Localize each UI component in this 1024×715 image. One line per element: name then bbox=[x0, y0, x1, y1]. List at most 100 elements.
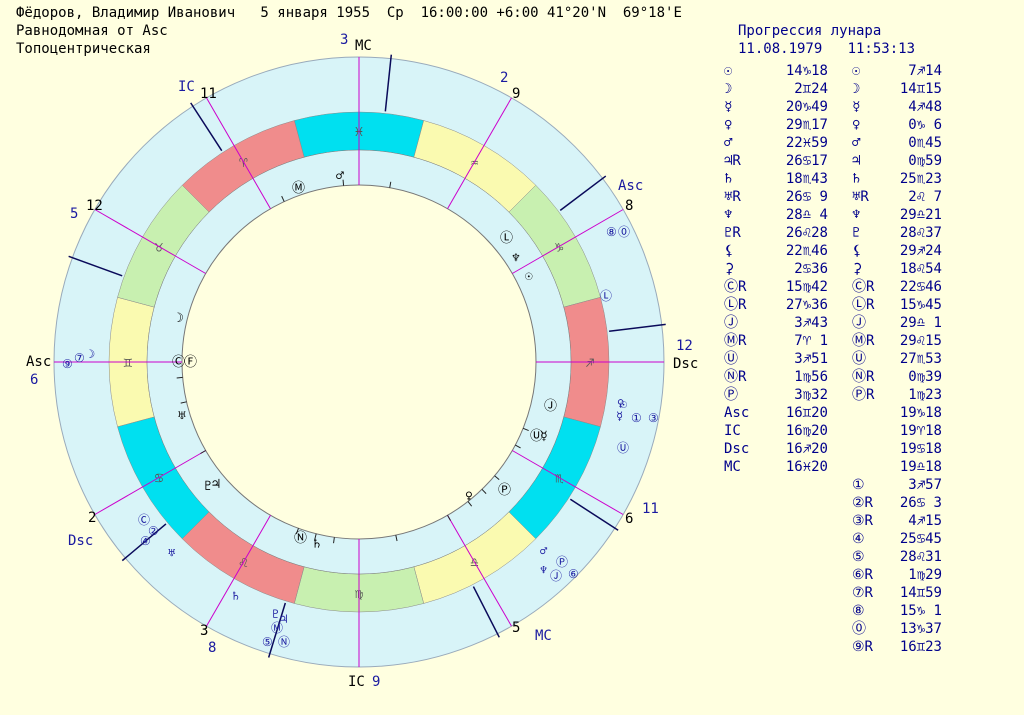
row-value-natal: 26♌28 bbox=[785, 225, 828, 241]
progressed-planet-glyph: Ⓜ bbox=[271, 621, 283, 635]
table-row: ⑦R 14♊59 bbox=[712, 584, 1012, 602]
table-row: ③R 4♐15 bbox=[712, 512, 1012, 530]
row-label-natal: Asc bbox=[724, 405, 750, 421]
table-row: Ⓟ 3♍32 ⓅR 1♍23 bbox=[712, 386, 1012, 404]
row-value-progressed: 28♌31 bbox=[899, 549, 942, 565]
table-row: ♀ 29♏17 ♀ 0♑ 6 bbox=[712, 116, 1012, 134]
row-value-progressed: 15♑45 bbox=[899, 297, 942, 313]
table-row: ⚳ 2♋36 ⚳ 18♌54 bbox=[712, 260, 1012, 278]
table-row: ☽ 2♊24 ☽ 14♊15 bbox=[712, 80, 1012, 98]
house-label: 9 bbox=[512, 86, 520, 102]
table-row: ⒸR 15♍42 ⒸR 22♋46 bbox=[712, 278, 1012, 296]
row-value-progressed: 4♐15 bbox=[908, 513, 942, 529]
row-label-natal: ♂ bbox=[724, 135, 733, 151]
row-label-natal: Ⓤ bbox=[724, 351, 738, 367]
row-value-progressed: 19♑18 bbox=[899, 405, 942, 421]
table-row: ⑥R 1♍29 bbox=[712, 566, 1012, 584]
house-label: 2 bbox=[88, 510, 96, 526]
natal-planet-glyph: Ⓜ bbox=[292, 181, 305, 196]
progressed-planet-glyph: ① bbox=[631, 411, 642, 425]
natal-planet-glyph: ♃ bbox=[212, 477, 220, 492]
row-value-natal: 15♍42 bbox=[785, 279, 828, 295]
row-label-natal: ☽ bbox=[724, 81, 733, 97]
house-label: 11 bbox=[642, 501, 659, 517]
progressed-planet-glyph: ⓪ bbox=[618, 225, 630, 239]
row-label-natal: IC bbox=[724, 423, 741, 439]
row-value-progressed: 22♋46 bbox=[899, 279, 942, 295]
row-value-progressed: 2♌ 7 bbox=[908, 189, 942, 205]
house-label: 5 bbox=[512, 620, 520, 636]
natal-planet-glyph: Ⓛ bbox=[500, 231, 513, 246]
table-row: ⑤ 28♌31 bbox=[712, 548, 1012, 566]
natal-planet-glyph: Ⓕ bbox=[184, 355, 197, 370]
row-label-natal: ♄ bbox=[724, 171, 733, 187]
row-value-natal: 22♏46 bbox=[785, 243, 828, 259]
row-value-natal: 1♍56 bbox=[794, 369, 828, 385]
row-value-progressed: 16♊23 bbox=[899, 639, 942, 655]
row-value-progressed: 29♎21 bbox=[899, 207, 942, 223]
house-label: IC bbox=[348, 674, 365, 690]
row-label-natal: ⓁR bbox=[724, 297, 747, 313]
zodiac-sign-glyph: ♌ bbox=[239, 555, 248, 571]
natal-chart-wheel[interactable]: ♓♒♑♐♏♎♍♌♋♊♉♈3MC29Asc812Dsc116MC5IC9382Ds… bbox=[0, 0, 700, 715]
table-row: Ⓙ 3♐43 Ⓙ 29♎ 1 bbox=[712, 314, 1012, 332]
row-value-progressed: 14♊15 bbox=[899, 81, 942, 97]
table-row: ♄ 18♏43 ♄ 25♏23 bbox=[712, 170, 1012, 188]
row-value-progressed: 19♎18 bbox=[899, 459, 942, 475]
table-row: ⓃR 1♍56 ⓃR 0♍39 bbox=[712, 368, 1012, 386]
progressed-planet-glyph: ⑨ bbox=[62, 357, 73, 371]
row-value-progressed: 29♌15 bbox=[899, 333, 942, 349]
natal-planet-glyph: Ⓝ bbox=[294, 531, 307, 546]
row-label-natal: Ⓟ bbox=[724, 387, 738, 403]
row-label-natal: ⚸ bbox=[724, 243, 735, 259]
table-row: ♂ 22♓59 ♂ 0♏45 bbox=[712, 134, 1012, 152]
row-value-progressed: 15♑ 1 bbox=[899, 603, 942, 619]
row-value-progressed: 7♐14 bbox=[908, 63, 942, 79]
zodiac-sign-glyph: ♊ bbox=[124, 355, 133, 371]
progressed-planet-glyph: ♄ bbox=[232, 589, 239, 603]
row-value-natal: 2♋36 bbox=[794, 261, 828, 277]
progressed-planet-glyph: ☿ bbox=[616, 409, 623, 423]
row-value-progressed: 18♌54 bbox=[899, 261, 942, 277]
row-value-progressed: 0♑ 6 bbox=[908, 117, 942, 133]
progressed-planet-glyph: Ⓟ bbox=[556, 555, 568, 569]
center-disc bbox=[181, 184, 537, 540]
row-value-natal: 2♊24 bbox=[794, 81, 828, 97]
table-row: MC 16♓20 19♎18 bbox=[712, 458, 1012, 476]
row-value-natal: 3♐43 bbox=[794, 315, 828, 331]
table-row: ☿ 20♑49 ☿ 4♐48 bbox=[712, 98, 1012, 116]
row-label-natal: ♇R bbox=[724, 225, 741, 241]
table-row: ♃R 26♋17 ♃ 0♍59 bbox=[712, 152, 1012, 170]
row-value-progressed: 0♏45 bbox=[908, 135, 942, 151]
row-value-progressed: 25♋45 bbox=[899, 531, 942, 547]
row-value-natal: 3♐51 bbox=[794, 351, 828, 367]
natal-planet-glyph: ♄ bbox=[313, 537, 321, 552]
house-label: 5 bbox=[70, 206, 78, 222]
row-value-natal: 22♓59 bbox=[785, 135, 828, 151]
progressed-planet-glyph: ⑥ bbox=[568, 567, 579, 581]
row-value-natal: 28♎ 4 bbox=[785, 207, 828, 223]
row-value-natal: 16♐20 bbox=[785, 441, 828, 457]
row-value-progressed: 29♎ 1 bbox=[899, 315, 942, 331]
table-row: ⓪ 13♑37 bbox=[712, 620, 1012, 638]
house-label: Dsc bbox=[673, 356, 698, 372]
progressed-planet-glyph: Ⓝ bbox=[278, 635, 290, 649]
row-value-natal: 3♍32 bbox=[794, 387, 828, 403]
row-value-progressed: 14♊59 bbox=[899, 585, 942, 601]
row-label-natal: Dsc bbox=[724, 441, 750, 457]
row-value-natal: 20♑49 bbox=[785, 99, 828, 115]
natal-planet-glyph: ♆ bbox=[512, 251, 520, 266]
row-value-natal: 29♏17 bbox=[785, 117, 828, 133]
zodiac-sign-glyph: ♏ bbox=[555, 471, 564, 487]
table-row: ⚸ 22♏46 ⚸ 29♐24 bbox=[712, 242, 1012, 260]
planet-tick bbox=[176, 376, 183, 379]
zodiac-sign-glyph: ♉ bbox=[155, 240, 164, 256]
row-label-natal: ⒸR bbox=[724, 279, 747, 295]
progression-datetime: 11.08.1979 11:53:13 bbox=[738, 41, 916, 57]
row-value-progressed: 1♍29 bbox=[908, 567, 942, 583]
house-label: 11 bbox=[200, 86, 217, 102]
row-value-progressed: 26♋ 3 bbox=[899, 495, 942, 511]
row-value-natal: 16♊20 bbox=[785, 405, 828, 421]
progressed-planet-glyph: ③ bbox=[648, 411, 659, 425]
progressed-planet-glyph: Ⓙ bbox=[550, 569, 562, 583]
